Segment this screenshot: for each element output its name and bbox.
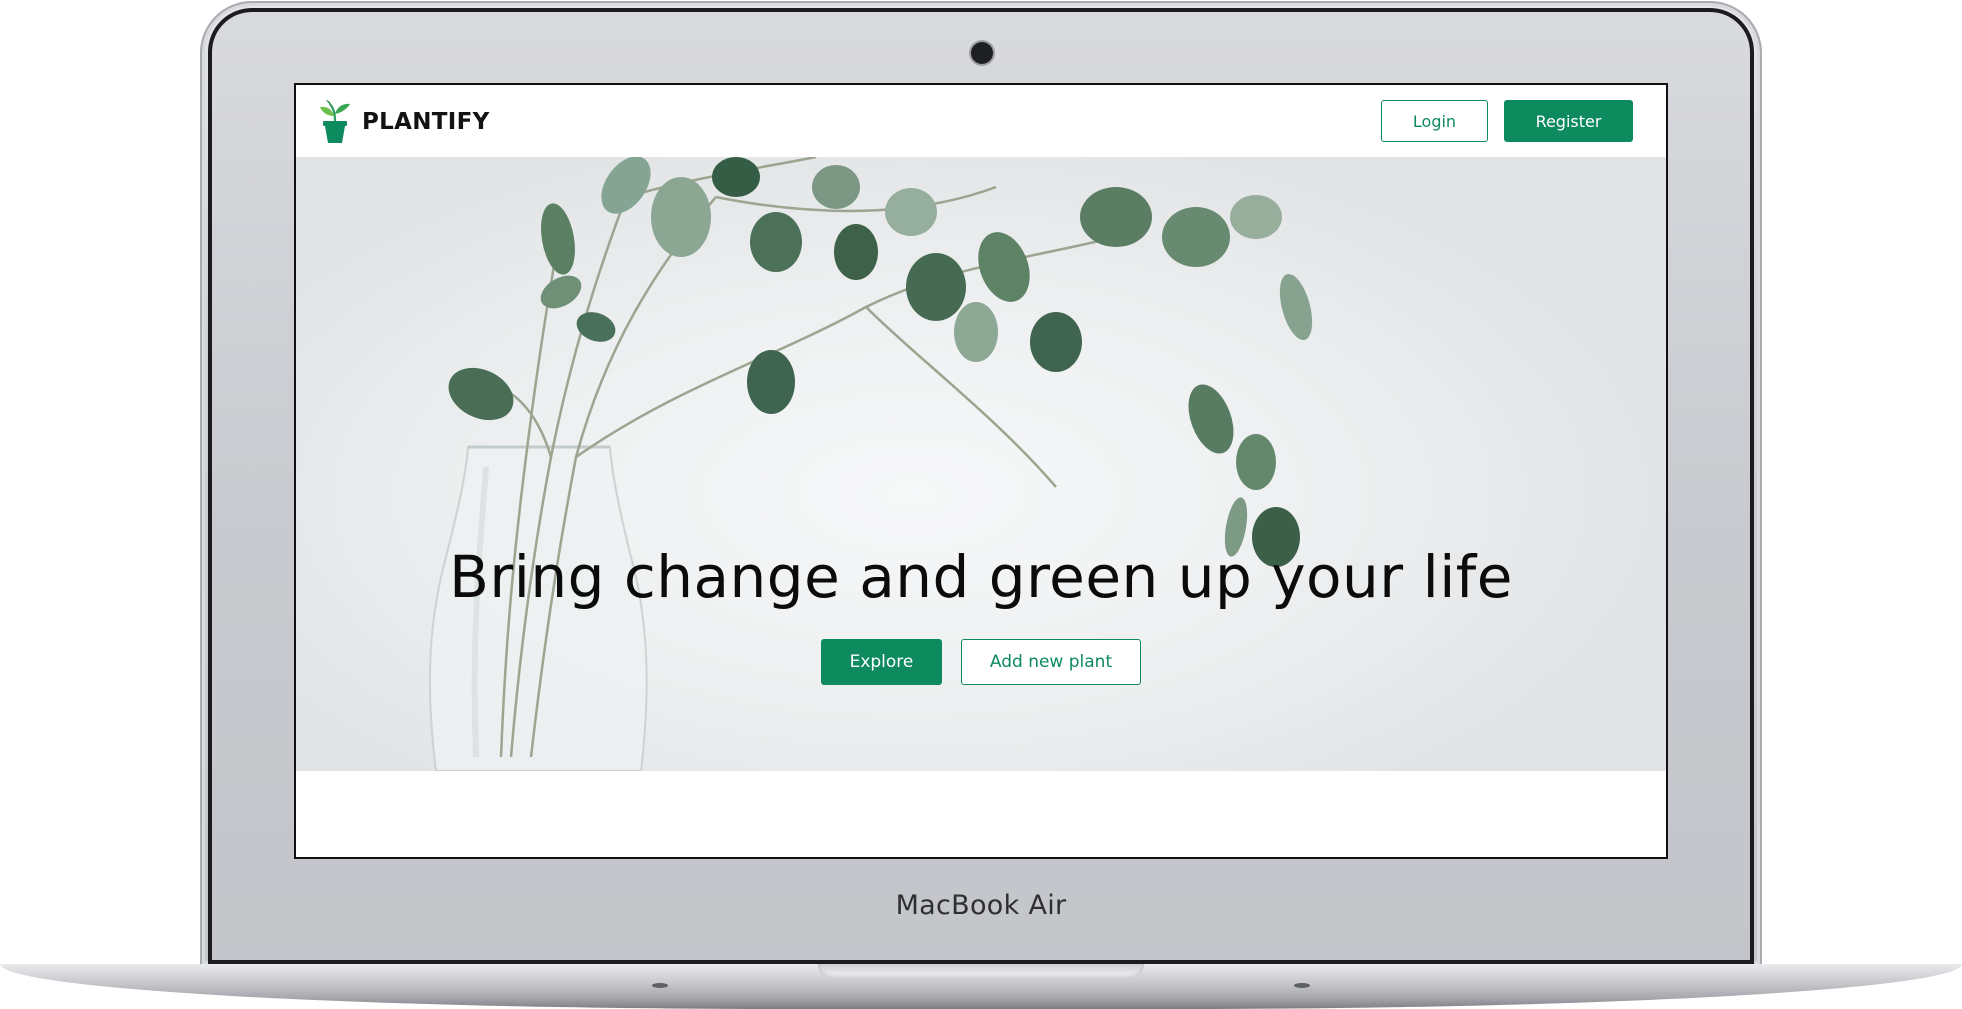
device-label: MacBook Air — [895, 890, 1067, 921]
login-button[interactable]: Login — [1381, 100, 1488, 142]
explore-button[interactable]: Explore — [821, 639, 942, 685]
add-new-plant-button[interactable]: Add new plant — [961, 639, 1141, 685]
register-button[interactable]: Register — [1504, 100, 1633, 142]
potted-plant-icon — [320, 100, 350, 143]
website-screen: PLANTIFY Login Register Bring change and… — [296, 85, 1666, 857]
hero-title: Bring change and green up your life — [449, 543, 1513, 611]
brand-logo[interactable]: PLANTIFY — [318, 100, 490, 144]
laptop-foot — [652, 983, 668, 988]
brand-name: PLANTIFY — [362, 109, 490, 135]
navbar: PLANTIFY Login Register — [296, 85, 1666, 157]
laptop-opening-notch — [818, 964, 1144, 978]
laptop-foot — [1294, 983, 1310, 988]
hero-section: Bring change and green up your life Expl… — [296, 157, 1666, 771]
webcam — [971, 42, 993, 64]
